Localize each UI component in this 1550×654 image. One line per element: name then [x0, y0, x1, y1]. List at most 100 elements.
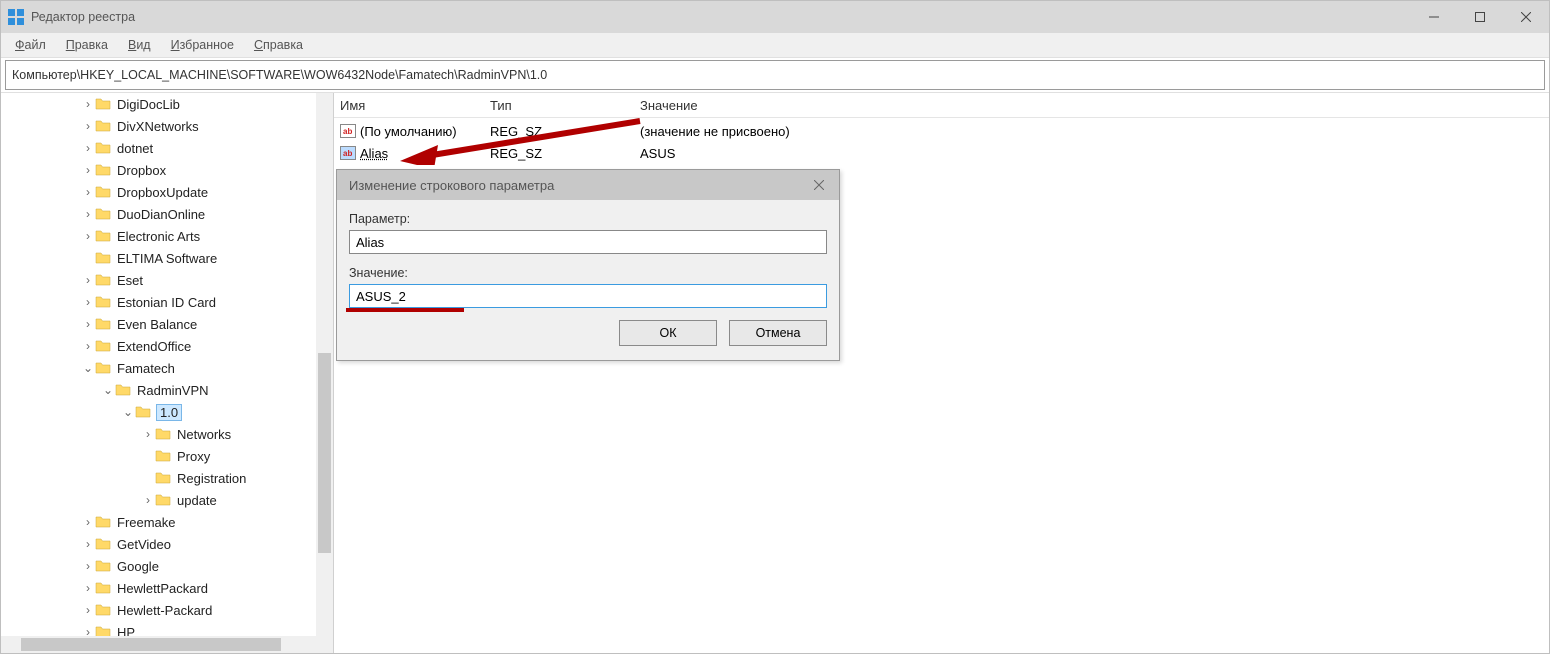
dialog-close-button[interactable]: [799, 170, 839, 200]
values-list[interactable]: ab(По умолчанию)REG_SZ(значение не присв…: [334, 118, 1549, 164]
folder-icon: [95, 580, 111, 596]
tree-item[interactable]: Proxy: [1, 445, 333, 467]
tree-label: Eset: [117, 273, 143, 288]
expand-icon[interactable]: ›: [81, 339, 95, 353]
tree-item[interactable]: ›HewlettPackard: [1, 577, 333, 599]
close-button[interactable]: [1503, 1, 1549, 33]
tree-label: Dropbox: [117, 163, 166, 178]
tree-item[interactable]: ›Google: [1, 555, 333, 577]
maximize-button[interactable]: [1457, 1, 1503, 33]
tree-vertical-scrollbar[interactable]: [316, 93, 333, 636]
tree-item[interactable]: › Hewlett-Packard: [1, 599, 333, 621]
expand-icon[interactable]: ⌄: [121, 405, 135, 419]
values-pane: Имя Тип Значение ab(По умолчанию)REG_SZ(…: [334, 93, 1549, 653]
folder-icon: [95, 228, 111, 244]
expand-icon[interactable]: ›: [81, 141, 95, 155]
tree-label: Hewlett-Packard: [117, 603, 212, 618]
tree-pane: ›DigiDocLib›DivXNetworks›dotnet›Dropbox›…: [1, 93, 334, 653]
expand-icon[interactable]: ›: [141, 427, 155, 441]
tree-item[interactable]: ⌄ Famatech: [1, 357, 333, 379]
tree-item[interactable]: › Even Balance: [1, 313, 333, 335]
tree-item[interactable]: › Dropbox: [1, 159, 333, 181]
expand-icon[interactable]: ›: [81, 559, 95, 573]
value-row[interactable]: abAliasREG_SZASUS: [334, 142, 1549, 164]
titlebar: Редактор реестра: [1, 1, 1549, 33]
tree-label: Proxy: [177, 449, 210, 464]
tree-label: Even Balance: [117, 317, 197, 332]
expand-icon[interactable]: ›: [81, 295, 95, 309]
tree-item[interactable]: ›DropboxUpdate: [1, 181, 333, 203]
expand-icon[interactable]: ›: [81, 207, 95, 221]
tree-item[interactable]: › Eset: [1, 269, 333, 291]
address-text: Компьютер\HKEY_LOCAL_MACHINE\SOFTWARE\WO…: [12, 68, 547, 82]
folder-icon: [95, 118, 111, 134]
tree-item[interactable]: ›dotnet: [1, 137, 333, 159]
dialog-titlebar: Изменение строкового параметра: [337, 170, 839, 200]
tree-item[interactable]: ⌄RadminVPN: [1, 379, 333, 401]
tree-item[interactable]: ELTIMA Software: [1, 247, 333, 269]
tree-vertical-scroll-thumb[interactable]: [318, 353, 331, 553]
folder-icon: [155, 492, 171, 508]
menu-избранное[interactable]: Избранное: [161, 36, 244, 54]
param-label: Параметр:: [349, 212, 827, 226]
tree-label: Famatech: [117, 361, 175, 376]
tree-item[interactable]: ›ExtendOffice: [1, 335, 333, 357]
tree-item[interactable]: ›Freemake: [1, 511, 333, 533]
tree-label: GetVideo: [117, 537, 171, 552]
menubar: ФайлПравкаВидИзбранноеСправка: [1, 33, 1549, 58]
expand-icon[interactable]: ›: [81, 581, 95, 595]
annotation-underline: [346, 308, 464, 312]
tree-item[interactable]: ›DigiDocLib: [1, 93, 333, 115]
window-title: Редактор реестра: [31, 10, 135, 24]
value-row[interactable]: ab(По умолчанию)REG_SZ(значение не присв…: [334, 120, 1549, 142]
folder-icon: [95, 360, 111, 376]
string-value-icon: ab: [340, 123, 356, 139]
expand-icon[interactable]: ›: [81, 515, 95, 529]
menu-правка[interactable]: Правка: [56, 36, 118, 54]
address-bar[interactable]: Компьютер\HKEY_LOCAL_MACHINE\SOFTWARE\WO…: [5, 60, 1545, 90]
menu-файл[interactable]: Файл: [5, 36, 56, 54]
tree-item[interactable]: › Networks: [1, 423, 333, 445]
tree-item[interactable]: ›Electronic Arts: [1, 225, 333, 247]
tree-horizontal-scrollbar[interactable]: [1, 636, 333, 653]
expand-icon[interactable]: ›: [81, 119, 95, 133]
tree-item[interactable]: Registration: [1, 467, 333, 489]
ok-button[interactable]: ОК: [619, 320, 717, 346]
expand-icon[interactable]: ›: [81, 185, 95, 199]
column-name[interactable]: Имя: [340, 98, 490, 113]
tree-label: Networks: [177, 427, 231, 442]
menu-справка[interactable]: Справка: [244, 36, 313, 54]
folder-icon: [95, 558, 111, 574]
column-type[interactable]: Тип: [490, 98, 640, 113]
expand-icon[interactable]: ›: [81, 163, 95, 177]
expand-icon[interactable]: ›: [81, 229, 95, 243]
folder-icon: [95, 294, 111, 310]
expand-icon[interactable]: ›: [81, 97, 95, 111]
registry-editor-window: Редактор реестра ФайлПравкаВидИзбранноеС…: [0, 0, 1550, 654]
tree-item[interactable]: ›DuoDianOnline: [1, 203, 333, 225]
expand-icon[interactable]: ›: [81, 317, 95, 331]
expand-icon[interactable]: ›: [81, 603, 95, 617]
value-label: Значение:: [349, 266, 827, 280]
cancel-button[interactable]: Отмена: [729, 320, 827, 346]
expand-icon[interactable]: ›: [81, 273, 95, 287]
value-field[interactable]: ASUS_2: [349, 284, 827, 308]
folder-icon: [95, 96, 111, 112]
tree-label: DivXNetworks: [117, 119, 199, 134]
tree-item[interactable]: › DivXNetworks: [1, 115, 333, 137]
expand-icon[interactable]: ⌄: [81, 361, 95, 375]
tree-horizontal-scroll-thumb[interactable]: [21, 638, 281, 651]
expand-icon[interactable]: ⌄: [101, 383, 115, 397]
tree-item[interactable]: ⌄1.0: [1, 401, 333, 423]
menu-вид[interactable]: Вид: [118, 36, 161, 54]
expand-icon[interactable]: ›: [81, 537, 95, 551]
value-name: (По умолчанию): [360, 124, 457, 139]
column-value[interactable]: Значение: [640, 98, 1549, 113]
expand-icon[interactable]: ›: [141, 493, 155, 507]
tree-item[interactable]: › GetVideo: [1, 533, 333, 555]
registry-tree[interactable]: ›DigiDocLib›DivXNetworks›dotnet›Dropbox›…: [1, 93, 333, 653]
tree-label: ELTIMA Software: [117, 251, 217, 266]
tree-item[interactable]: ›update: [1, 489, 333, 511]
tree-item[interactable]: ›Estonian ID Card: [1, 291, 333, 313]
minimize-button[interactable]: [1411, 1, 1457, 33]
